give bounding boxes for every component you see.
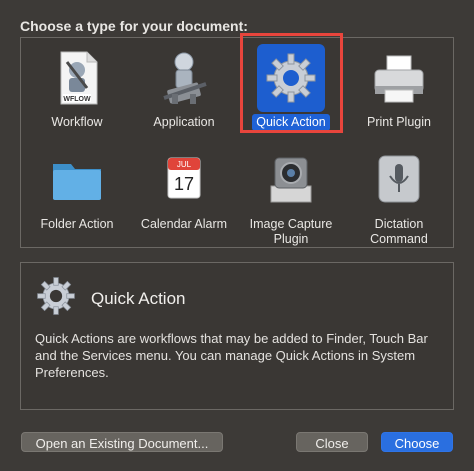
calendar-icon: JUL 17 — [154, 150, 214, 210]
dialog-heading: Choose a type for your document: — [20, 18, 248, 34]
type-label: Print Plugin — [367, 115, 431, 129]
document-type-grid: WFLOW Workflow Application Quick Action … — [20, 37, 454, 248]
microphone-icon — [369, 150, 429, 210]
svg-text:17: 17 — [174, 174, 194, 194]
svg-text:JUL: JUL — [177, 160, 192, 169]
type-label: Workflow — [51, 115, 103, 129]
camera-icon — [261, 150, 321, 210]
printer-icon — [369, 48, 429, 108]
selection-highlight-outline — [240, 33, 343, 133]
svg-text:WFLOW: WFLOW — [63, 96, 91, 103]
open-existing-document-button[interactable]: Open an Existing Document... — [21, 432, 223, 452]
description-title: Quick Action — [91, 289, 186, 308]
type-label: Application — [153, 115, 215, 129]
type-tile-folder-action[interactable]: Folder Action — [23, 150, 131, 233]
description-panel: Quick Action Quick Actions are workflows… — [20, 262, 454, 410]
gear-icon — [33, 273, 79, 319]
type-label: Calendar Alarm — [140, 217, 228, 231]
type-tile-image-capture-plugin[interactable]: Image Capture Plugin — [237, 150, 345, 248]
automator-robot-icon — [154, 48, 214, 108]
choose-button[interactable]: Choose — [381, 432, 453, 452]
close-button[interactable]: Close — [296, 432, 368, 452]
type-tile-dictation-command[interactable]: Dictation Command — [345, 150, 453, 248]
workflow-document-icon: WFLOW — [47, 48, 107, 108]
type-tile-workflow[interactable]: WFLOW Workflow — [23, 48, 131, 131]
type-label: Image Capture Plugin — [249, 217, 333, 246]
type-label: Dictation Command — [370, 217, 428, 246]
type-tile-application[interactable]: Application — [130, 48, 238, 131]
type-tile-print-plugin[interactable]: Print Plugin — [345, 48, 453, 131]
type-label: Folder Action — [40, 217, 114, 231]
description-text: Quick Actions are workflows that may be … — [35, 331, 428, 380]
folder-icon — [47, 150, 107, 210]
type-tile-calendar-alarm[interactable]: JUL 17 Calendar Alarm — [130, 150, 238, 233]
